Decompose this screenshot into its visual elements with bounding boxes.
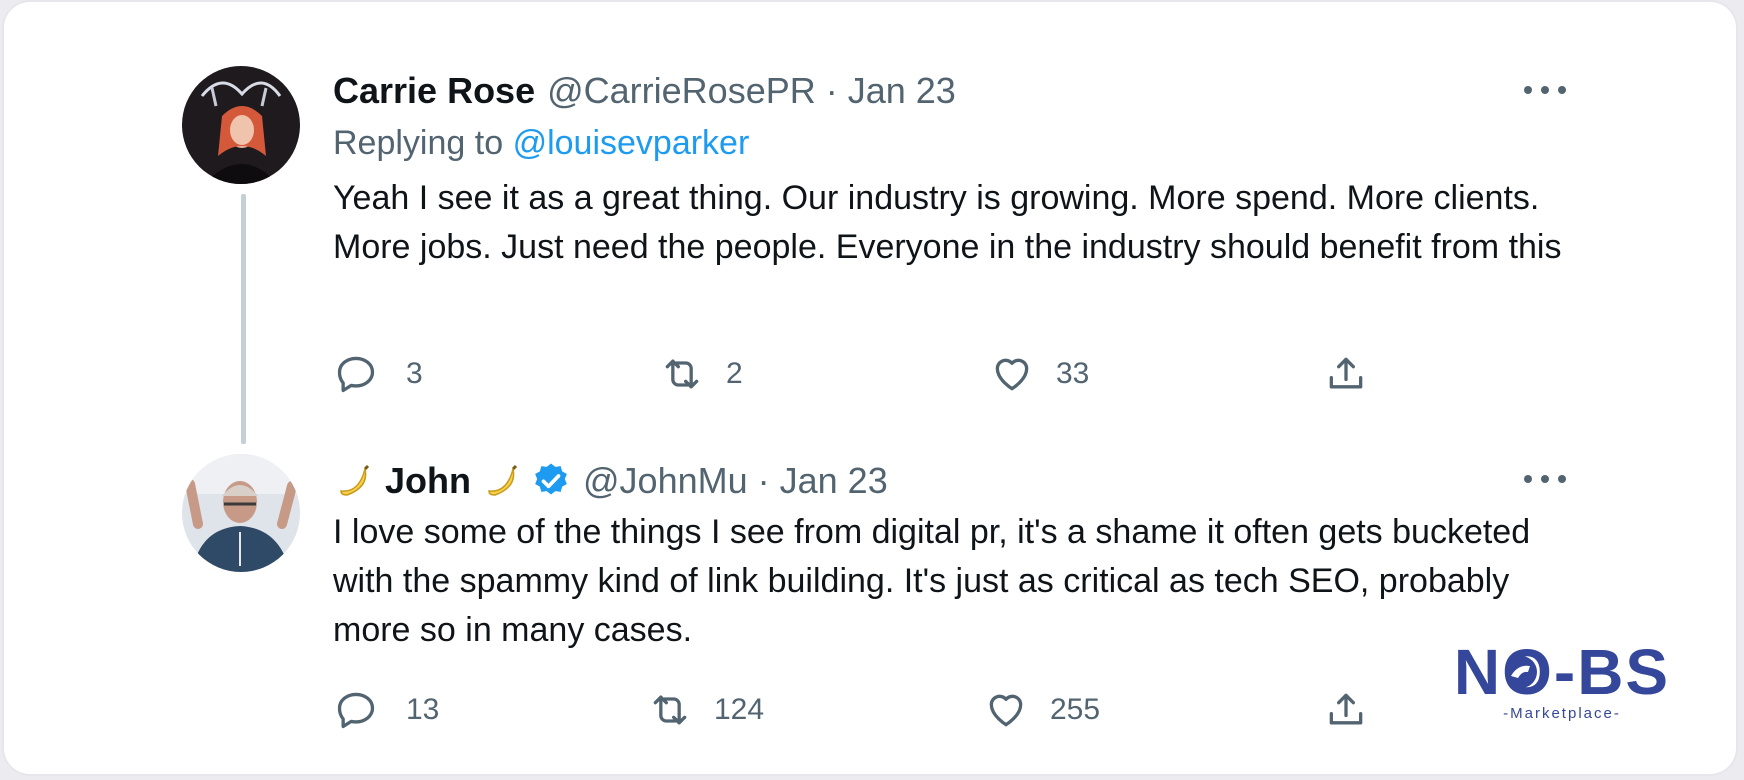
replying-to: Replying to @louisevparker xyxy=(333,124,749,163)
reply-icon xyxy=(337,356,375,393)
avatar-john[interactable] xyxy=(182,454,300,572)
reply-button[interactable]: 3 xyxy=(334,352,423,396)
share-icon xyxy=(1329,357,1363,389)
author-handle[interactable]: @CarrieRosePR xyxy=(547,70,816,112)
tweet-header: John @JohnMu · Jan 23 xyxy=(333,460,888,502)
share-button[interactable] xyxy=(1324,688,1368,732)
avatar-carrie-rose[interactable] xyxy=(182,66,300,184)
separator-dot: · xyxy=(757,460,770,501)
like-count: 33 xyxy=(1056,357,1090,390)
reply-icon xyxy=(337,692,375,729)
retweet-count: 124 xyxy=(714,693,765,726)
retweet-button[interactable]: 124 xyxy=(648,688,764,732)
separator-dot: · xyxy=(825,70,838,111)
share-icon xyxy=(1329,693,1363,725)
tweet-text: Yeah I see it as a great thing. Our indu… xyxy=(333,179,1562,266)
reply-count: 3 xyxy=(406,357,423,390)
like-icon xyxy=(995,358,1029,391)
like-button[interactable]: 255 xyxy=(984,688,1100,732)
replying-to-prefix: Replying to xyxy=(333,124,504,162)
retweet-icon xyxy=(665,359,699,389)
author-name[interactable]: Carrie Rose xyxy=(333,70,535,112)
tweet-text: I love some of the things I see from dig… xyxy=(333,513,1531,649)
author-handle[interactable]: @JohnMu xyxy=(583,460,748,502)
more-icon[interactable] xyxy=(1524,80,1566,100)
banana-icon xyxy=(340,464,370,496)
retweet-button[interactable]: 2 xyxy=(660,352,743,396)
reply-button[interactable]: 13 xyxy=(334,688,439,732)
like-icon xyxy=(989,694,1023,727)
more-icon[interactable] xyxy=(1524,469,1566,489)
author-name[interactable]: John xyxy=(385,460,471,502)
tweet-header: Carrie Rose @CarrieRosePR · Jan 23 xyxy=(333,70,956,112)
retweet-icon xyxy=(653,695,687,725)
logo-brand-text: NO-BS xyxy=(1454,638,1670,708)
banana-icon xyxy=(488,464,518,496)
like-count: 255 xyxy=(1050,693,1101,726)
no-bs-marketplace-logo: NO-BS -Marketplace- xyxy=(1454,638,1670,722)
like-button[interactable]: 33 xyxy=(990,352,1089,396)
verified-badge-icon[interactable] xyxy=(531,461,571,501)
reply-count: 13 xyxy=(406,693,440,726)
tweet-date[interactable]: Jan 23 xyxy=(848,70,956,112)
thread-connector-line xyxy=(241,194,246,444)
tweet-thread-card: Carrie Rose @CarrieRosePR · Jan 23 Reply… xyxy=(4,2,1736,774)
tweet-date[interactable]: Jan 23 xyxy=(780,460,888,502)
share-button[interactable] xyxy=(1324,352,1368,396)
retweet-count: 2 xyxy=(726,357,743,390)
replying-to-link[interactable]: @louisevparker xyxy=(513,124,750,162)
logo-sub-text: -Marketplace- xyxy=(1503,705,1621,722)
